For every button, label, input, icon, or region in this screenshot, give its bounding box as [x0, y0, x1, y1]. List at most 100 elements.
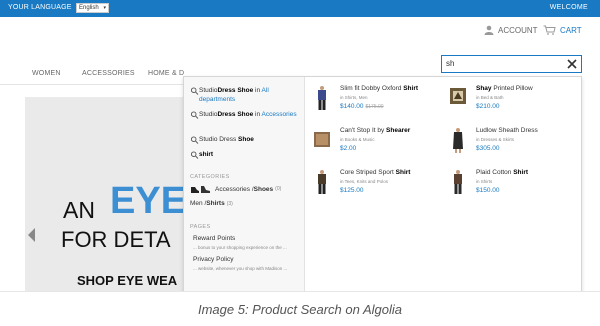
search-icon — [190, 151, 199, 159]
product-name-match: Shearer — [386, 127, 411, 134]
account-label: ACCOUNT — [498, 25, 538, 35]
suggestion-text: Studio Dress — [199, 136, 239, 143]
suggestion-match: Dress — [217, 111, 236, 118]
product-result[interactable]: Can't Stop It by Shearer in Books & Musi… — [314, 127, 444, 161]
product-result[interactable]: Slim fit Dobby Oxford Shirt in Shirts, M… — [314, 85, 444, 119]
page-result-snippet: ... website, whenever you shop with Madi… — [193, 266, 288, 271]
product-name-match: Shirt — [403, 85, 419, 92]
language-label: YOUR LANGUAGE — [8, 4, 72, 11]
product-thumbnail — [318, 86, 326, 110]
account-link[interactable]: ACCOUNT — [484, 24, 538, 36]
suggestion-item[interactable]: StudioDress Shoe in Accessories — [190, 111, 302, 120]
product-name-match: Shirt — [513, 169, 529, 176]
product-price: $210.00 — [476, 103, 500, 110]
nav-item-home-decor[interactable]: HOME & D — [148, 70, 184, 77]
hero-line-2: FOR DETA — [61, 227, 171, 252]
suggestion-text: Studio — [199, 111, 218, 118]
product-thumbnail — [314, 132, 330, 147]
product-name: Slim fit Dobby Oxford — [340, 85, 404, 92]
product-name: Core Striped Sport — [340, 169, 396, 176]
cart-link[interactable]: CART — [543, 24, 582, 36]
suggestion-match: Shoe — [237, 87, 254, 94]
category-count: (0) — [275, 186, 282, 192]
hero-cta[interactable]: SHOP EYE WEA — [77, 273, 177, 288]
language-value: English — [79, 5, 99, 11]
product-old-price: $175.00 — [365, 104, 384, 110]
product-category: in Shirts — [476, 179, 493, 184]
search-icon — [190, 87, 199, 95]
search-icon — [190, 136, 199, 144]
suggestion-match: Dress — [217, 87, 236, 94]
product-price: $140.00 — [340, 103, 364, 110]
figure-caption: Image 5: Product Search on Algolia — [197, 302, 403, 317]
pages-heading: PAGES — [190, 224, 211, 230]
search-input[interactable]: sh — [446, 59, 454, 68]
welcome-text: WELCOME — [549, 4, 588, 11]
product-category: in Books & Music — [340, 137, 375, 142]
chevron-down-icon: ▾ — [103, 5, 106, 11]
cart-label: CART — [560, 25, 582, 35]
product-category: in Tees, Knits and Polos — [340, 179, 388, 184]
page-result-title[interactable]: Privacy Policy — [193, 256, 233, 263]
close-icon[interactable] — [566, 58, 578, 70]
nav-item-women[interactable]: WOMEN — [32, 70, 61, 77]
suggestion-item[interactable]: Studio Dress Shoe — [190, 136, 302, 145]
search-box[interactable]: sh — [441, 55, 582, 73]
hero-line-1: AN — [63, 197, 95, 223]
suggestion-item[interactable]: shirt — [190, 151, 302, 160]
suggestion-text: in — [253, 111, 262, 118]
store-page: YOUR LANGUAGE English ▾ WELCOME ACCOUNT … — [0, 0, 600, 292]
product-name-match: Shirt — [395, 169, 411, 176]
product-price: $305.00 — [476, 145, 500, 152]
suggestions-column: StudioDress Shoe in All departments Stud… — [184, 77, 305, 291]
categories-heading: CATEGORIES — [190, 174, 230, 180]
category-item[interactable]: Men / Shirts (3) — [190, 200, 233, 207]
suggestion-match: Shoe — [238, 136, 254, 143]
nav-item-accessories[interactable]: ACCESSORIES — [82, 70, 135, 77]
product-name: Can't Stop It by — [340, 127, 387, 134]
product-category: in Dresses & Skirts — [476, 137, 515, 142]
category-label: Accessories / — [215, 185, 254, 193]
suggestion-text: in — [253, 87, 262, 94]
product-result[interactable]: Shay Printed Pillow in Bed & Bath $210.0… — [450, 85, 580, 119]
product-name-match: Shay — [476, 85, 492, 92]
page-result-title[interactable]: Reward Points — [193, 235, 235, 242]
hero-banner[interactable]: AN EYE FOR DETA SHOP EYE WEA — [25, 97, 183, 291]
product-thumbnail — [318, 170, 326, 194]
shoe-icon — [191, 186, 210, 193]
product-category: in Bed & Bath — [476, 95, 504, 100]
category-label: Men / — [190, 200, 207, 207]
nav-divider — [0, 84, 183, 85]
suggestion-match: Shoe — [237, 111, 254, 118]
product-thumbnail — [454, 170, 462, 194]
search-autocomplete: StudioDress Shoe in All departments Stud… — [183, 76, 582, 291]
page-result-snippet: ... bonus to your shopping experience on… — [193, 245, 287, 250]
search-icon — [190, 111, 199, 119]
product-thumbnail — [450, 88, 466, 104]
product-name: Printed Pillow — [491, 85, 533, 92]
product-result[interactable]: Core Striped Sport Shirt in Tees, Knits … — [314, 169, 444, 203]
chevron-left-icon[interactable] — [28, 228, 36, 242]
product-price: $2.00 — [340, 145, 357, 152]
category-match: Shirts — [206, 200, 225, 207]
product-result[interactable]: Ludlow Sheath Dress in Dresses & Skirts … — [450, 127, 580, 161]
category-item[interactable]: Accessories / Shoes (0) — [190, 184, 281, 194]
hero-highlight: EYE — [110, 180, 183, 222]
product-price: $125.00 — [340, 187, 364, 194]
product-thumbnail — [453, 128, 463, 153]
suggestion-department: Accessories — [261, 111, 297, 118]
product-category: in Shirts, Men — [340, 95, 368, 100]
top-bar: YOUR LANGUAGE English ▾ WELCOME — [0, 0, 600, 17]
cart-icon — [543, 25, 556, 35]
product-price: $150.00 — [476, 187, 500, 194]
category-match: Shoes — [253, 185, 274, 193]
suggestion-text: Studio — [199, 87, 218, 94]
product-name: Plaid Cotton — [476, 169, 514, 176]
product-result[interactable]: Plaid Cotton Shirt in Shirts $150.00 — [450, 169, 580, 203]
category-count: (3) — [226, 200, 233, 207]
user-icon — [484, 25, 494, 35]
suggestion-match: shirt — [199, 151, 214, 158]
suggestion-item[interactable]: StudioDress Shoe in All departments — [190, 87, 302, 104]
product-name: Ludlow Sheath Dress — [476, 127, 538, 134]
language-select[interactable]: English ▾ — [76, 3, 109, 13]
